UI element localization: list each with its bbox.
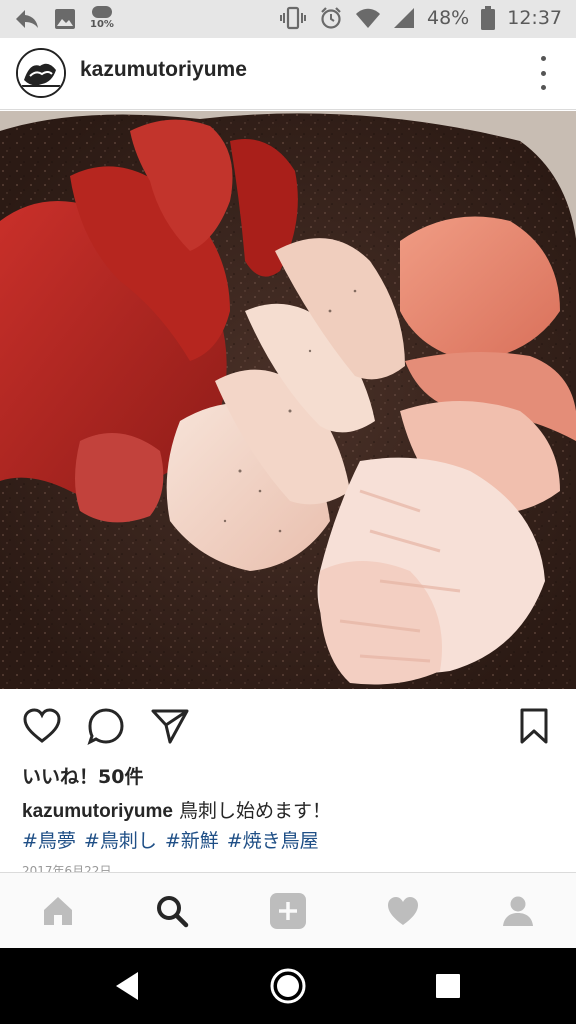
nav-home[interactable]	[38, 891, 78, 931]
add-icon	[270, 893, 306, 929]
hashtags: #鳥夢 #鳥刺し #新鮮 #焼き鳥屋	[22, 826, 319, 853]
back-icon[interactable]	[108, 966, 148, 1006]
clock: 12:37	[507, 7, 562, 29]
status-bar: 10% 48% 12:37	[0, 0, 576, 38]
caption-text: 鳥刺し始めます！	[172, 800, 332, 822]
post-header: kazumutoriyume	[0, 38, 576, 110]
signal-icon	[394, 8, 414, 28]
home-circle-icon[interactable]	[268, 966, 308, 1006]
status-right-icons: 48% 12:37	[279, 6, 562, 30]
alarm-icon	[321, 7, 341, 29]
search-icon	[157, 896, 189, 928]
nav-search[interactable]	[152, 891, 192, 931]
caption-username[interactable]: kazumutoriyume	[22, 801, 173, 822]
hashtag-link[interactable]: #鳥夢	[22, 826, 76, 853]
bookmark-icon[interactable]	[514, 706, 554, 746]
heart-icon[interactable]	[22, 706, 62, 746]
system-nav-bar	[0, 948, 576, 1024]
avatar-logo-icon	[18, 50, 64, 96]
like-count[interactable]: いいね！50件	[22, 762, 143, 789]
wifi-icon	[356, 8, 380, 28]
avatar[interactable]	[16, 48, 66, 98]
caption: kazumutoriyume 鳥刺し始めます！	[22, 796, 331, 823]
activity-icon	[388, 897, 418, 925]
hashtag-link[interactable]: #鳥刺し	[84, 826, 157, 853]
comment-icon[interactable]	[86, 706, 126, 746]
nav-activity[interactable]	[383, 891, 423, 931]
more-dot-icon	[540, 70, 546, 76]
vibrate-icon	[280, 6, 306, 30]
back-arrow-icon	[16, 10, 38, 28]
nav-profile[interactable]	[498, 891, 538, 931]
hashtag-link[interactable]: #新鮮	[165, 826, 219, 853]
image-icon	[55, 9, 75, 29]
battery-icon	[481, 6, 496, 30]
profile-icon	[503, 896, 533, 926]
post-username[interactable]: kazumutoriyume	[80, 58, 247, 82]
status-left-icons: 10%	[14, 6, 116, 32]
share-icon[interactable]	[150, 706, 190, 746]
data-saver-icon: 10%	[90, 6, 116, 32]
hashtag-link[interactable]: #焼き鳥屋	[227, 826, 319, 853]
post-actions	[0, 690, 576, 760]
battery-percent: 48%	[427, 7, 470, 29]
more-options-button[interactable]	[536, 56, 550, 90]
bottom-nav	[0, 872, 576, 948]
food-photo-image	[0, 111, 576, 689]
home-icon	[44, 897, 72, 925]
data-percent: 10%	[90, 19, 114, 30]
more-dot-icon	[540, 56, 546, 61]
nav-add[interactable]	[268, 891, 308, 931]
recents-icon[interactable]	[428, 966, 468, 1006]
post-photo[interactable]	[0, 111, 576, 689]
more-dot-icon	[540, 85, 546, 90]
